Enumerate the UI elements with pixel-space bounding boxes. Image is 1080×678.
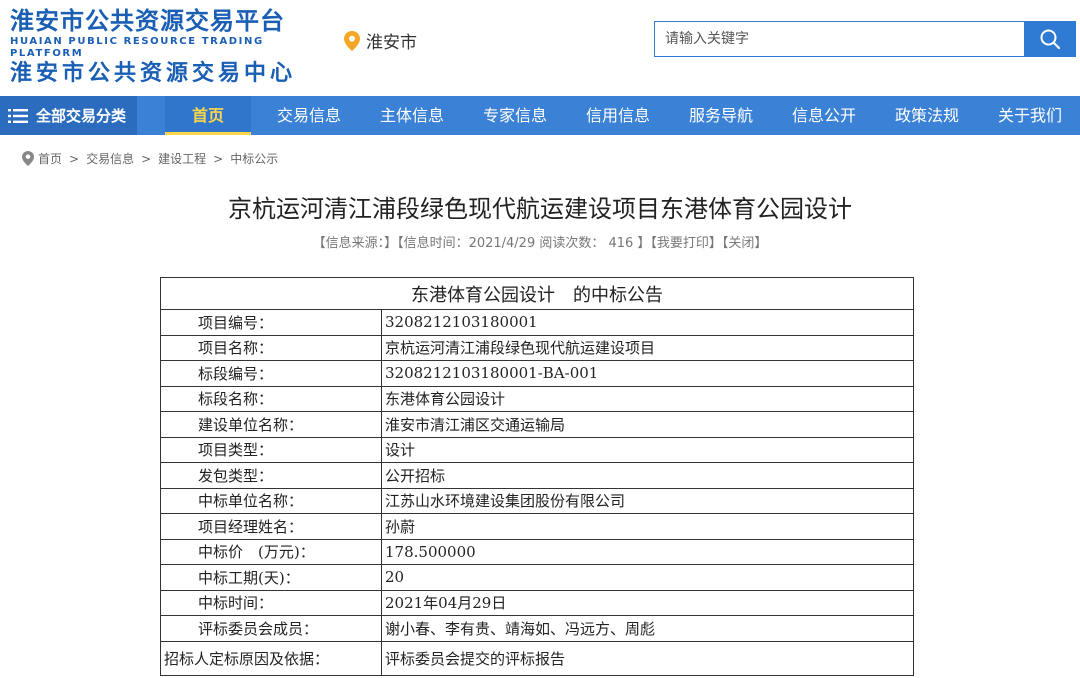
city-selector[interactable]: 淮安市 [344, 28, 417, 53]
row-label: 建设单位名称： [160, 411, 382, 438]
row-value: 设计 [381, 436, 914, 463]
all-categories-label: 全部交易分类 [36, 107, 127, 125]
breadcrumb-separator: > [213, 151, 224, 166]
nav-item-credit-info[interactable]: 信用信息 [568, 96, 668, 135]
row-label: 项目经理姓名： [160, 513, 382, 540]
table-row: 中标工期(天)： 20 [160, 564, 914, 591]
menu-list-icon [8, 108, 28, 123]
award-notice-table: 东港体育公园设计 的中标公告 项目编号： 3208212103180001 项目… [160, 277, 914, 676]
search-bar [654, 21, 1076, 57]
row-label: 发包类型： [160, 462, 382, 489]
row-value: 评标委员会提交的评标报告 [381, 640, 914, 676]
table-row: 标段编号： 3208212103180001-BA-001 [160, 360, 914, 387]
breadcrumb-award-notice[interactable]: 中标公示 [230, 150, 278, 167]
header: 淮安市公共资源交易平台 HUAIAN PUBLIC RESOURCE TRADI… [0, 0, 1080, 96]
table-row: 评标委员会成员： 谢小春、李有贵、靖海如、冯远方、周彪 [160, 615, 914, 642]
table-row: 项目类型： 设计 [160, 436, 914, 463]
row-value: 东港体育公园设计 [381, 385, 914, 412]
row-value: 公开招标 [381, 462, 914, 489]
row-label: 中标单位名称： [160, 487, 382, 514]
city-label: 淮安市 [366, 33, 417, 53]
row-label: 项目名称： [160, 334, 382, 361]
breadcrumb: 首页 > 交易信息 > 建设工程 > 中标公示 [22, 150, 278, 167]
row-label: 评标委员会成员： [160, 615, 382, 642]
row-value: 江苏山水环境建设集团股份有限公司 [381, 487, 914, 514]
nav-item-entity-info[interactable]: 主体信息 [362, 96, 462, 135]
row-value: 178.500000 [381, 538, 914, 565]
table-row: 中标价 (万元)： 178.500000 [160, 538, 914, 565]
table-caption-row: 东港体育公园设计 的中标公告 [160, 277, 914, 310]
table-row: 项目编号： 3208212103180001 [160, 309, 914, 336]
row-label: 招标人定标原因及依据： [160, 640, 382, 676]
row-value: 谢小春、李有贵、靖海如、冯远方、周彪 [381, 615, 914, 642]
row-value: 京杭运河清江浦段绿色现代航运建设项目 [381, 334, 914, 361]
nav-item-home[interactable]: 首页 [165, 96, 251, 135]
breadcrumb-separator: > [69, 151, 80, 166]
table-row: 项目经理姓名： 孙蔚 [160, 513, 914, 540]
nav-item-expert-info[interactable]: 专家信息 [465, 96, 565, 135]
location-pin-icon [344, 30, 360, 51]
search-icon [1040, 29, 1061, 50]
row-label: 中标工期(天)： [160, 564, 382, 591]
row-value: 3208212103180001 [381, 309, 914, 336]
row-value: 孙蔚 [381, 513, 914, 540]
logo-title: 淮安市公共资源交易平台 [10, 7, 285, 35]
nav-item-trading-info[interactable]: 交易信息 [259, 96, 359, 135]
table-row: 招标人定标原因及依据： 评标委员会提交的评标报告 [160, 640, 914, 676]
row-value: 20 [381, 564, 914, 591]
nav-item-service-guide[interactable]: 服务导航 [671, 96, 771, 135]
breadcrumb-home[interactable]: 首页 [38, 150, 62, 167]
row-label: 项目类型： [160, 436, 382, 463]
nav-item-about-us[interactable]: 关于我们 [980, 96, 1080, 135]
row-label: 中标时间： [160, 589, 382, 616]
row-value: 3208212103180001-BA-001 [381, 360, 914, 387]
table-caption: 东港体育公园设计 的中标公告 [160, 277, 914, 310]
page-title: 京杭运河清江浦段绿色现代航运建设项目东港体育公园设计 [228, 195, 852, 223]
search-button[interactable] [1024, 21, 1076, 57]
row-label: 标段名称： [160, 385, 382, 412]
row-label: 标段编号： [160, 360, 382, 387]
logo-english: HUAIAN PUBLIC RESOURCE TRADING PLATFORM [10, 36, 264, 59]
main-nav: 全部交易分类 首页 交易信息 主体信息 专家信息 信用信息 服务导航 信息公开 … [0, 96, 1080, 135]
table-row: 项目名称： 京杭运河清江浦段绿色现代航运建设项目 [160, 334, 914, 361]
table-row: 中标单位名称： 江苏山水环境建设集团股份有限公司 [160, 487, 914, 514]
breadcrumb-construction[interactable]: 建设工程 [158, 150, 206, 167]
search-input[interactable] [654, 21, 1024, 57]
row-label: 中标价 (万元)： [160, 538, 382, 565]
site-logo[interactable]: 淮安市公共资源交易平台 HUAIAN PUBLIC RESOURCE TRADI… [10, 6, 310, 88]
logo-subtitle: 淮安市公共资源交易中心 [10, 61, 297, 86]
row-value: 淮安市清江浦区交通运输局 [381, 411, 914, 438]
table-row: 建设单位名称： 淮安市清江浦区交通运输局 [160, 411, 914, 438]
nav-item-policies[interactable]: 政策法规 [877, 96, 977, 135]
row-value: 2021年04月29日 [381, 589, 914, 616]
table-row: 发包类型： 公开招标 [160, 462, 914, 489]
breadcrumb-separator: > [141, 151, 152, 166]
table-row: 中标时间： 2021年04月29日 [160, 589, 914, 616]
breadcrumb-trading-info[interactable]: 交易信息 [86, 150, 134, 167]
location-pin-icon [22, 151, 34, 166]
row-label: 项目编号： [160, 309, 382, 336]
all-categories-button[interactable]: 全部交易分类 [0, 96, 137, 135]
nav-item-info-disclosure[interactable]: 信息公开 [774, 96, 874, 135]
article-meta: 【信息来源：】【信息时间：2021/4/29 阅读次数： 416 】【我要打印】… [312, 236, 768, 251]
table-row: 标段名称： 东港体育公园设计 [160, 385, 914, 412]
